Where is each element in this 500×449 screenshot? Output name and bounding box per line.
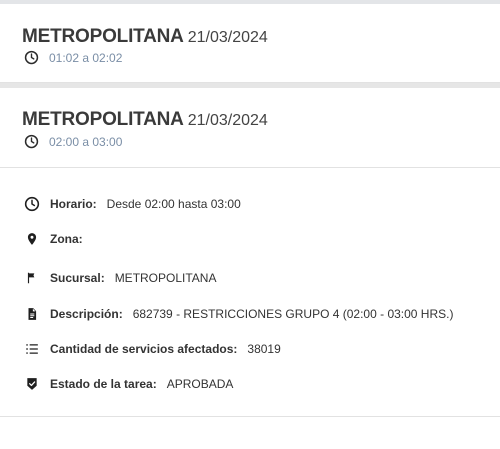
- detail-value: Desde 02:00 hasta 03:00: [106, 197, 241, 211]
- time-range-text: 01:02 a 02:02: [49, 50, 123, 65]
- numbered-list-icon: [24, 341, 40, 357]
- card-date: 21/03/2024: [187, 112, 268, 129]
- detail-row-sucursal: Sucursal: METROPOLITANA: [24, 270, 216, 286]
- verified-shield-icon: [24, 376, 40, 392]
- detail-label: Sucursal:: [50, 271, 105, 285]
- detail-row-zona: Zona:: [24, 231, 93, 247]
- detail-row-horario: Horario: Desde 02:00 hasta 03:00: [24, 196, 241, 212]
- clock-icon: [24, 196, 40, 212]
- detail-row-estado: Estado de la tarea: APROBADA: [24, 376, 233, 392]
- clock-icon: [24, 134, 39, 149]
- card-date: 21/03/2024: [187, 29, 268, 46]
- flag-icon: [24, 270, 40, 286]
- detail-row-descripcion: Descripción: 682739 - RESTRICCIONES GRUP…: [24, 306, 453, 322]
- detail-label: Cantidad de servicios afectados:: [50, 342, 238, 356]
- location-pin-icon: [24, 231, 40, 247]
- time-range-text: 02:00 a 03:00: [49, 134, 123, 149]
- card-time-range: 01:02 a 02:02: [24, 50, 122, 65]
- card-title: METROPOLITANA: [22, 109, 184, 130]
- detail-value: 38019: [247, 342, 281, 356]
- detail-label: Zona:: [50, 232, 83, 246]
- card-header: METROPOLITANA 21/03/2024: [22, 26, 268, 48]
- detail-value: APROBADA: [166, 377, 234, 391]
- card-header: METROPOLITANA 21/03/2024: [22, 109, 268, 131]
- detail-label: Descripción:: [50, 307, 123, 321]
- detail-value: 682739 - RESTRICCIONES GRUPO 4 (02:00 - …: [132, 307, 454, 321]
- detail-label: Estado de la tarea:: [50, 377, 157, 391]
- card-title: METROPOLITANA: [22, 26, 184, 47]
- detail-row-cantidad: Cantidad de servicios afectados: 38019: [24, 341, 281, 357]
- card-time-range: 02:00 a 03:00: [24, 134, 122, 149]
- document-icon: [24, 306, 40, 322]
- schedule-card-1[interactable]: METROPOLITANA 21/03/2024 01:02 a 02:02: [0, 4, 500, 83]
- task-details-panel: Horario: Desde 02:00 hasta 03:00 Zona: S…: [0, 168, 500, 417]
- detail-value: METROPOLITANA: [114, 271, 217, 285]
- detail-label: Horario:: [50, 197, 97, 211]
- schedule-card-2[interactable]: METROPOLITANA 21/03/2024 02:00 a 03:00: [0, 88, 500, 168]
- clock-icon: [24, 50, 39, 65]
